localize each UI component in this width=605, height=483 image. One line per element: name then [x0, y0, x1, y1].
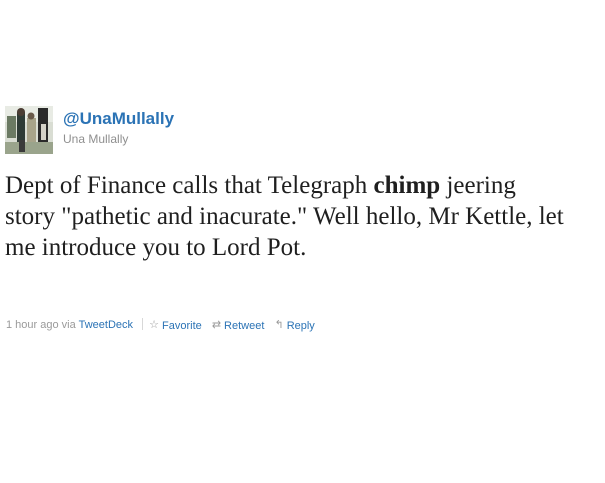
screen-name-link[interactable]: @UnaMullally — [63, 109, 174, 129]
star-outline-icon: ☆ — [149, 319, 160, 331]
favorite-button[interactable]: ☆ Favorite — [149, 319, 202, 333]
reply-arrow-icon: ↰ — [274, 319, 284, 331]
tweet-text: Dept of Finance calls that Telegraph chi… — [5, 170, 565, 263]
tweet-meta: 1 hour ago via TweetDeck ☆ Favorite ⇄ Re… — [6, 318, 322, 333]
tweet-card: @UnaMullally Una Mullally Dept of Financ… — [5, 103, 595, 332]
retweet-arrows-icon: ⇄ — [211, 319, 222, 331]
tweet-text-bold: chimp — [373, 172, 441, 199]
via-label: via — [61, 319, 76, 331]
favorite-label[interactable]: Favorite — [162, 319, 202, 333]
retweet-label[interactable]: Retweet — [224, 319, 264, 333]
tweet-text-before: Dept of Finance calls that Telegraph — [5, 172, 374, 199]
tweet-header: @UnaMullally Una Mullally — [5, 103, 595, 154]
source-link[interactable]: TweetDeck — [79, 319, 133, 331]
timestamp-link[interactable]: 1 hour ago — [6, 319, 59, 331]
reply-label[interactable]: Reply — [287, 319, 315, 333]
avatar[interactable] — [5, 106, 53, 154]
retweet-button[interactable]: ⇄ Retweet — [212, 319, 265, 333]
reply-button[interactable]: ↰ Reply — [274, 319, 314, 333]
meta-divider — [142, 318, 144, 330]
user-names: @UnaMullally Una Mullally — [63, 109, 174, 147]
full-name: Una Mullally — [63, 132, 129, 146]
